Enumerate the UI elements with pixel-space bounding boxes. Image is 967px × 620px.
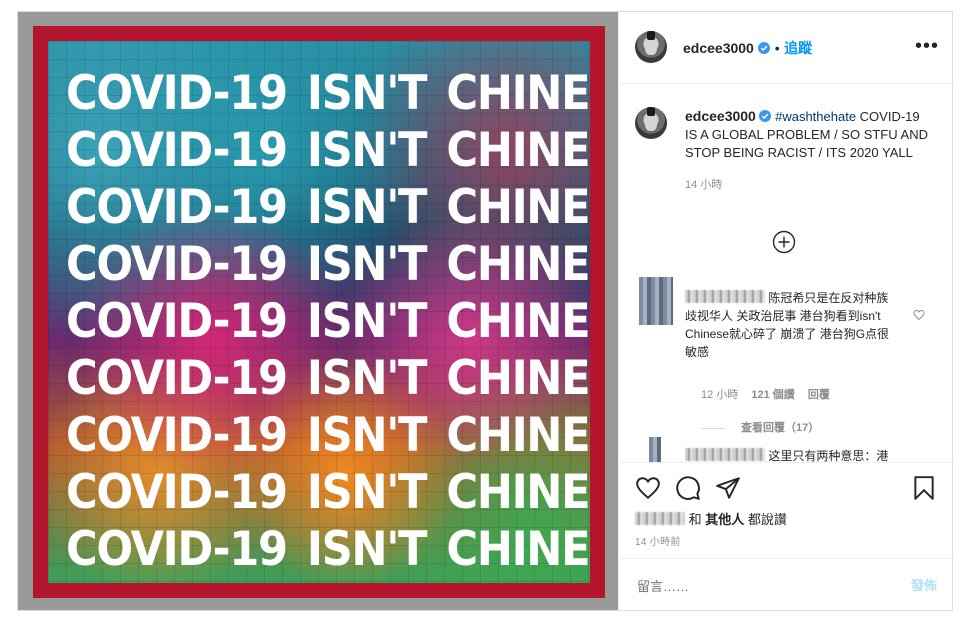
commenter-username-blurred[interactable] <box>685 448 765 461</box>
liked-by-line: 和 其他人 都說讚 <box>635 509 787 528</box>
slogan-word-isnt: ISN'T <box>306 522 428 577</box>
slogan-row: COVID-19 ISN'T CHINESE <box>66 179 590 236</box>
slogan-word-covid: COVID-19 <box>66 351 288 406</box>
slogan-row: COVID-19 ISN'T CHINESE <box>66 464 590 521</box>
slogan-row: COVID-19 ISN'T CHINESE <box>66 236 590 293</box>
like-heart-icon[interactable] <box>635 475 661 501</box>
slogan-word-chinese: CHINESE <box>446 465 590 520</box>
slogan-word-covid: COVID-19 <box>66 66 288 121</box>
view-replies-label: 查看回覆（17） <box>741 422 820 434</box>
caption-hashtag[interactable]: #washthehate <box>775 109 856 124</box>
slogan-word-chinese: CHINESE <box>446 237 590 292</box>
post-comment-button[interactable]: 發佈 <box>911 559 937 612</box>
caption-time: 14 小時 <box>685 179 723 191</box>
slogan-row: COVID-19 ISN'T CHINESE <box>66 407 590 464</box>
slogan-word-isnt: ISN'T <box>306 180 428 235</box>
slogan-word-chinese: CHINESE <box>446 294 590 349</box>
slogan-word-covid: COVID-19 <box>66 294 288 349</box>
slogan-word-chinese: CHINESE <box>446 522 590 577</box>
slogan-word-chinese: CHINESE <box>446 408 590 463</box>
comment-body: 陈冠希只是在反对种族歧视华人 关政治屁事 港台狗看到isn't Chinese就… <box>685 289 895 361</box>
post-media[interactable]: COVID-19 ISN'T CHINESE COVID-19 ISN'T CHINESE… <box>18 12 618 610</box>
poster-artwork: COVID-19 ISN'T CHINESE COVID-19 ISN'T CHINESE… <box>48 41 590 583</box>
author-avatar[interactable] <box>635 31 667 63</box>
comment-like-count[interactable]: 121 個讚 <box>751 389 794 401</box>
liked-by-suffix: 都說讚 <box>747 512 787 527</box>
slogan-word-covid: COVID-19 <box>66 237 288 292</box>
commenter-username-blurred[interactable] <box>685 290 765 303</box>
slogan-word-isnt: ISN'T <box>306 294 428 349</box>
comment-item: 陈冠希只是在反对种族歧视华人 关政治屁事 港台狗看到isn't Chinese就… <box>635 277 935 434</box>
slogan-word-isnt: ISN'T <box>306 351 428 406</box>
post-timestamp: 14 小時前 <box>635 537 681 548</box>
comment-time: 12 小時 <box>701 389 739 401</box>
slogan-word-covid: COVID-19 <box>66 465 288 520</box>
follow-button[interactable]: 追蹤 <box>784 40 812 56</box>
comment-input[interactable] <box>635 559 889 614</box>
slogan-word-covid: COVID-19 <box>66 123 288 178</box>
liker-username-blurred[interactable] <box>635 512 685 525</box>
separator-dot: • <box>774 40 780 56</box>
author-username[interactable]: edcee3000 <box>683 40 754 56</box>
commenter-avatar[interactable] <box>639 277 673 325</box>
post-sidebar: edcee3000 • 追蹤 ••• edcee3000 #washthehat… <box>618 12 953 614</box>
slogan-word-isnt: ISN'T <box>306 66 428 121</box>
slogan-list: COVID-19 ISN'T CHINESE COVID-19 ISN'T CHINESE… <box>66 65 590 578</box>
verified-badge-icon <box>759 110 772 122</box>
comment-form: 發佈 <box>619 558 953 614</box>
more-options-icon[interactable]: ••• <box>915 36 939 56</box>
view-replies-button[interactable]: 查看回覆（17） <box>701 419 819 435</box>
slogan-word-isnt: ISN'T <box>306 408 428 463</box>
slogan-word-chinese: CHINESE <box>446 66 590 121</box>
slogan-row: COVID-19 ISN'T CHINESE <box>66 293 590 350</box>
slogan-word-chinese: CHINESE <box>446 123 590 178</box>
slogan-word-isnt: ISN'T <box>306 465 428 520</box>
comment-body: 这里只有两种意思：港 <box>685 447 915 462</box>
comment-meta: 12 小時 121 個讚 回覆 <box>701 386 830 402</box>
caption-avatar[interactable] <box>635 107 667 139</box>
post-actions: 和 其他人 都說讚 14 小時前 發佈 <box>619 462 953 614</box>
share-paper-plane-icon[interactable] <box>715 475 741 501</box>
comment-bubble-icon[interactable] <box>675 475 701 501</box>
slogan-word-isnt: ISN'T <box>306 123 428 178</box>
verified-badge-icon <box>758 42 771 54</box>
slogan-word-covid: COVID-19 <box>66 522 288 577</box>
comment-text: 这里只有两种意思：港 <box>768 449 889 462</box>
slogan-word-chinese: CHINESE <box>446 180 590 235</box>
comment-reply-button[interactable]: 回覆 <box>808 389 830 401</box>
load-more-comments-icon[interactable] <box>772 230 796 254</box>
comment-like-heart-icon[interactable] <box>913 309 925 321</box>
commenter-avatar[interactable] <box>649 437 661 462</box>
caption-username[interactable]: edcee3000 <box>685 108 756 124</box>
slogan-row: COVID-19 ISN'T CHINESE <box>66 122 590 179</box>
liked-by-others[interactable]: 其他人 <box>705 512 744 527</box>
slogan-word-covid: COVID-19 <box>66 180 288 235</box>
poster-image: COVID-19 ISN'T CHINESE COVID-19 ISN'T CHINESE… <box>33 26 605 598</box>
post-dialog: COVID-19 ISN'T CHINESE COVID-19 ISN'T CHINESE… <box>17 11 953 614</box>
post-header: edcee3000 • 追蹤 ••• <box>619 12 953 84</box>
slogan-row: COVID-19 ISN'T CHINESE <box>66 350 590 407</box>
caption-text: edcee3000 #washthehate COVID-19 IS A GLO… <box>685 107 933 194</box>
author-line: edcee3000 • 追蹤 <box>683 38 812 58</box>
slogan-word-chinese: CHINESE <box>446 351 590 406</box>
save-bookmark-icon[interactable] <box>911 475 937 501</box>
slogan-row: COVID-19 ISN'T CHINESE <box>66 521 590 578</box>
slogan-word-isnt: ISN'T <box>306 237 428 292</box>
slogan-row: COVID-19 ISN'T CHINESE <box>66 65 590 122</box>
comment-item: 这里只有两种意思：港 <box>635 437 935 462</box>
liked-by-and: 和 <box>688 512 702 527</box>
slogan-word-covid: COVID-19 <box>66 408 288 463</box>
